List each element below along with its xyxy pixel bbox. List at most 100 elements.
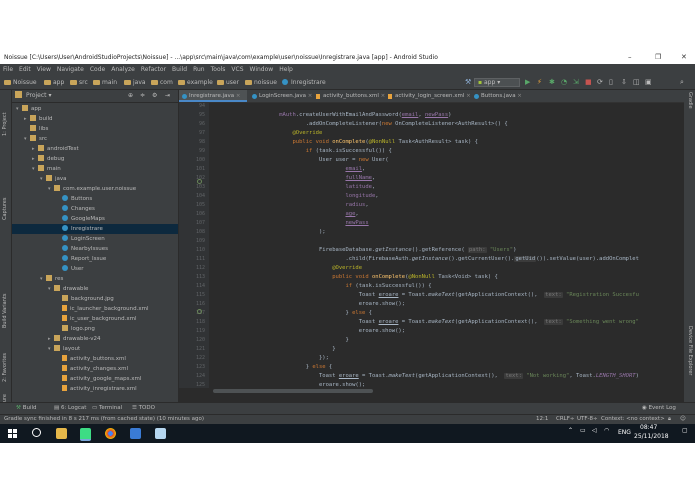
project-view-select[interactable]: Project ▾	[26, 92, 51, 99]
tree-item[interactable]: activity_changes.xml	[56, 364, 128, 374]
tree-item[interactable]: GoogleMaps	[56, 214, 105, 224]
tool-project[interactable]: 1: Project	[2, 112, 8, 136]
breadcrumb-inregistrare[interactable]: Inregistrare	[282, 79, 326, 86]
sdk-manager-icon[interactable]: ⇩	[621, 78, 627, 86]
menu-vcs[interactable]: VCS	[228, 64, 246, 73]
maximize-button[interactable]: ❐	[655, 53, 661, 61]
tool-device-file-explorer[interactable]: Device File Explorer	[687, 326, 693, 375]
tree-item[interactable]: NearbyIssues	[56, 244, 108, 254]
mail-icon[interactable]	[130, 428, 141, 439]
tree-item[interactable]: ▾ res	[40, 274, 63, 284]
tree-item[interactable]: ic_user_background.xml	[56, 314, 136, 324]
app-icon[interactable]	[155, 428, 166, 439]
tree-item[interactable]: libs	[24, 124, 48, 134]
profile-icon[interactable]: ◔	[561, 78, 567, 86]
inspector-icon[interactable]: ☺	[680, 416, 686, 422]
tree-item[interactable]: ic_launcher_background.xml	[56, 304, 149, 314]
wifi-icon[interactable]: ◠	[604, 427, 609, 434]
search-icon[interactable]: ⌕	[680, 78, 684, 87]
gear-icon[interactable]: ⚙	[152, 92, 157, 99]
target-icon[interactable]: ⊕	[128, 92, 133, 99]
windows-start-icon[interactable]	[8, 429, 17, 438]
tree-item[interactable]: activity_buttons.xml	[56, 354, 126, 364]
layout-inspector-icon[interactable]: ◫	[633, 78, 640, 86]
breadcrumb-java[interactable]: java	[124, 79, 146, 86]
tool-captures[interactable]: Captures	[2, 198, 8, 221]
run-config-select[interactable]: ▪ app ▾	[474, 78, 520, 87]
code-area[interactable]: mAuth.createUserWithEmailAndPassword(ema…	[213, 103, 683, 388]
file-explorer-icon[interactable]	[56, 428, 67, 439]
tree-item[interactable]: ▾ layout	[48, 344, 80, 354]
tree-item[interactable]: User	[56, 264, 84, 274]
tool-todo[interactable]: ☰ TODO	[132, 405, 155, 411]
collapse-icon[interactable]: ≑	[140, 92, 145, 99]
tool-event-log[interactable]: ◉ Event Log	[642, 405, 676, 411]
tree-item[interactable]: ▾ src	[24, 134, 47, 144]
tree-item[interactable]: ▸ build	[24, 114, 53, 124]
close-button[interactable]: ✕	[681, 53, 687, 61]
breadcrumb-example[interactable]: example	[178, 79, 213, 86]
close-tab-icon[interactable]: ×	[234, 93, 241, 99]
breadcrumb-main[interactable]: main	[93, 79, 117, 86]
tree-item[interactable]: Buttons	[56, 194, 92, 204]
status-message[interactable]: Gradle sync finished in 8 s 217 ms (from…	[4, 416, 204, 422]
editor-tab[interactable]: Buttons.java ×	[471, 90, 529, 102]
minimize-button[interactable]: –	[628, 53, 632, 61]
editor-tab[interactable]: activity_buttons.xml ×	[313, 90, 385, 102]
tree-item[interactable]: Report_Issue	[56, 254, 106, 264]
tree-item[interactable]: ▾ app	[16, 104, 41, 114]
avd-manager-icon[interactable]: ▯	[609, 78, 613, 86]
breadcrumb-com[interactable]: com	[151, 79, 173, 86]
menu-analyze[interactable]: Analyze	[108, 64, 138, 73]
stop-icon[interactable]: ■	[585, 78, 592, 86]
tree-item[interactable]: ▾ java	[40, 174, 67, 184]
tree-item[interactable]: ▸ drawable-v24	[48, 334, 101, 344]
android-studio-taskbar-icon[interactable]	[80, 428, 91, 441]
hammer-icon[interactable]: ⚒	[465, 78, 471, 86]
menu-window[interactable]: Window	[247, 64, 277, 73]
editor-tab[interactable]: activity_login_screen.xml ×	[385, 90, 471, 102]
tree-item[interactable]: ▸ androidTest	[32, 144, 79, 154]
breadcrumb-noissue[interactable]: noissue	[245, 79, 277, 86]
menu-code[interactable]: Code	[87, 64, 108, 73]
override-marker-icon[interactable]	[197, 309, 202, 314]
tree-item[interactable]: ▾ main	[32, 164, 61, 174]
tree-item[interactable]: activity_inregistrare.xml	[56, 384, 137, 394]
network-icon[interactable]: ▭	[580, 427, 586, 434]
tool-logcat[interactable]: ▤ 6: Logcat	[54, 405, 86, 411]
menu-refactor[interactable]: Refactor	[138, 64, 169, 73]
apply-changes-icon[interactable]: ⚡	[537, 78, 542, 86]
debug-icon[interactable]: ✱	[549, 78, 555, 86]
tree-item[interactable]: Changes	[56, 204, 95, 214]
clock-date[interactable]: 25/11/2018	[634, 433, 669, 440]
tree-item[interactable]: ▾ com.example.user.noissue	[48, 184, 136, 194]
tool-gradle[interactable]: Gradle	[687, 92, 693, 109]
menu-build[interactable]: Build	[169, 64, 190, 73]
menu-view[interactable]: View	[34, 64, 54, 73]
close-tab-icon[interactable]: ×	[306, 93, 313, 99]
breadcrumb-user[interactable]: user	[217, 79, 239, 86]
menu-run[interactable]: Run	[190, 64, 208, 73]
menu-tools[interactable]: Tools	[208, 64, 229, 73]
tool-terminal[interactable]: ▭ Terminal	[92, 405, 122, 411]
tree-item[interactable]: background.jpg	[56, 294, 114, 304]
editor-tab[interactable]: LoginScreen.java ×	[249, 90, 313, 102]
tree-item[interactable]: ▸ debug	[32, 154, 64, 164]
chrome-icon[interactable]	[105, 428, 116, 439]
horizontal-scrollbar[interactable]	[213, 389, 373, 393]
tree-item[interactable]: logo.png	[56, 324, 95, 334]
sync-icon[interactable]: ⟳	[597, 78, 603, 86]
search-circle-icon[interactable]	[32, 428, 41, 437]
menu-edit[interactable]: Edit	[16, 64, 34, 73]
caret-position[interactable]: 12:1	[536, 416, 548, 422]
tree-item[interactable]: activity_google_maps.xml	[56, 374, 141, 384]
language-indicator[interactable]: ENG	[618, 429, 631, 436]
tool-build-variants[interactable]: Build Variants	[2, 294, 8, 328]
tool-build[interactable]: ⚒ Build	[16, 405, 37, 411]
volume-icon[interactable]: ◁	[592, 427, 597, 434]
override-marker-icon[interactable]	[197, 179, 202, 184]
run-icon[interactable]: ▶	[525, 78, 530, 86]
attach-debugger-icon[interactable]: ⇲	[573, 78, 579, 86]
menu-file[interactable]: File	[0, 64, 16, 73]
close-tab-icon[interactable]: ×	[516, 93, 522, 99]
